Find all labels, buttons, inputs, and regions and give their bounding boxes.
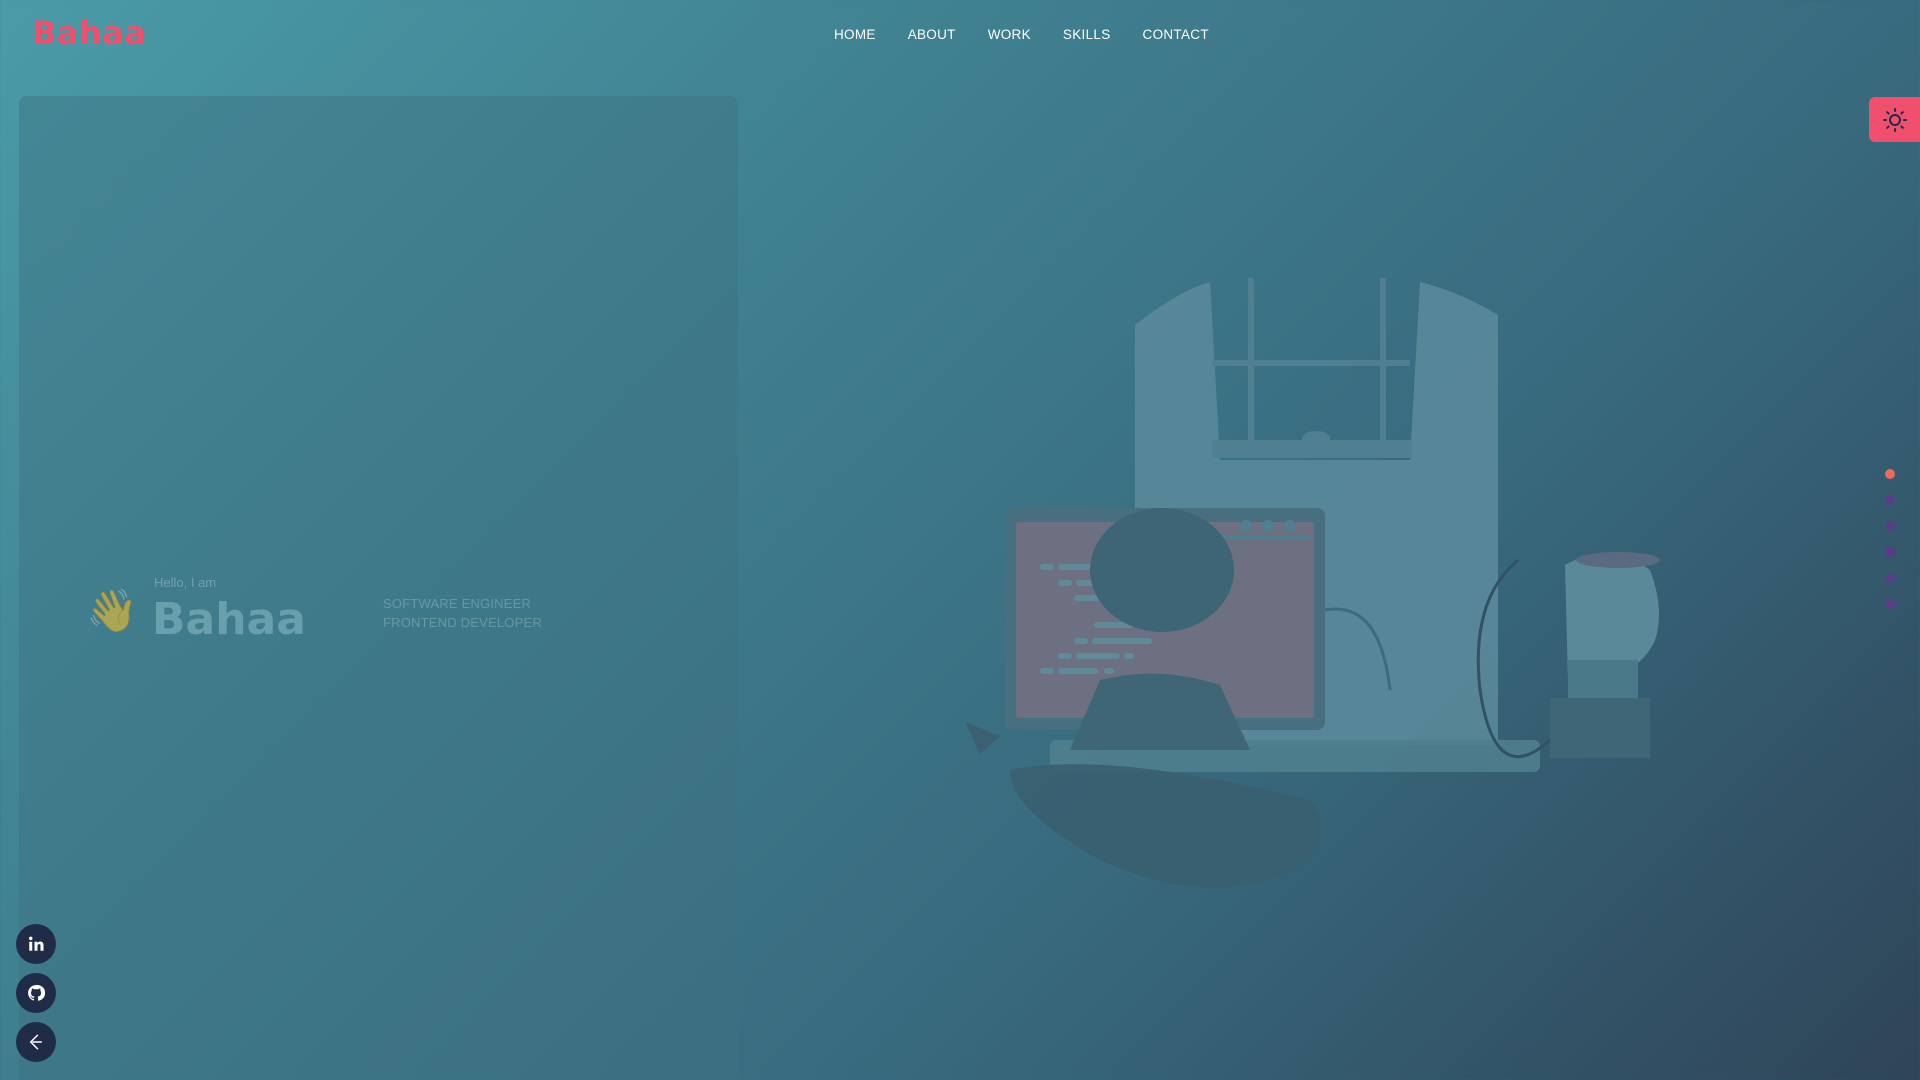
section-dot-testimonials[interactable] [1885,573,1895,583]
role-software-engineer: SOFTWARE ENGINEER [383,596,532,611]
hero-name: Bahaa [152,594,306,645]
role-frontend-developer: FRONTEND DEVELOPER [383,615,542,630]
section-dots [1885,469,1895,609]
linkedin-link[interactable] [16,924,56,964]
nav-contact[interactable]: CONTACT [1143,27,1209,42]
social-links [16,924,56,1062]
codewars-icon [29,1034,42,1050]
hero-illustration [965,278,1660,888]
codewars-link[interactable] [16,1022,56,1062]
section-dot-contact[interactable] [1885,599,1895,609]
section-dot-work[interactable] [1885,521,1895,531]
nav-home[interactable]: HOME [834,27,876,42]
section-dot-skills[interactable] [1885,547,1895,557]
logo[interactable]: Bahaa [32,14,146,52]
sun-icon [1882,107,1907,132]
section-dot-home[interactable] [1885,469,1895,479]
nav-skills[interactable]: SKILLS [1063,27,1111,42]
github-icon [28,985,45,1001]
linkedin-icon [29,936,44,951]
section-dot-about[interactable] [1885,495,1895,505]
wave-emoji: 👋 [86,586,139,635]
hero-roles: SOFTWARE ENGINEER FRONTEND DEVELOPER [383,594,542,632]
github-link[interactable] [16,973,56,1013]
theme-toggle-button[interactable] [1869,97,1920,142]
nav-about[interactable]: ABOUT [908,27,956,42]
hero-greeting: Hello, I am [154,575,217,590]
nav-work[interactable]: WORK [988,27,1031,42]
main-nav: HOME ABOUT WORK SKILLS CONTACT [834,27,1209,42]
